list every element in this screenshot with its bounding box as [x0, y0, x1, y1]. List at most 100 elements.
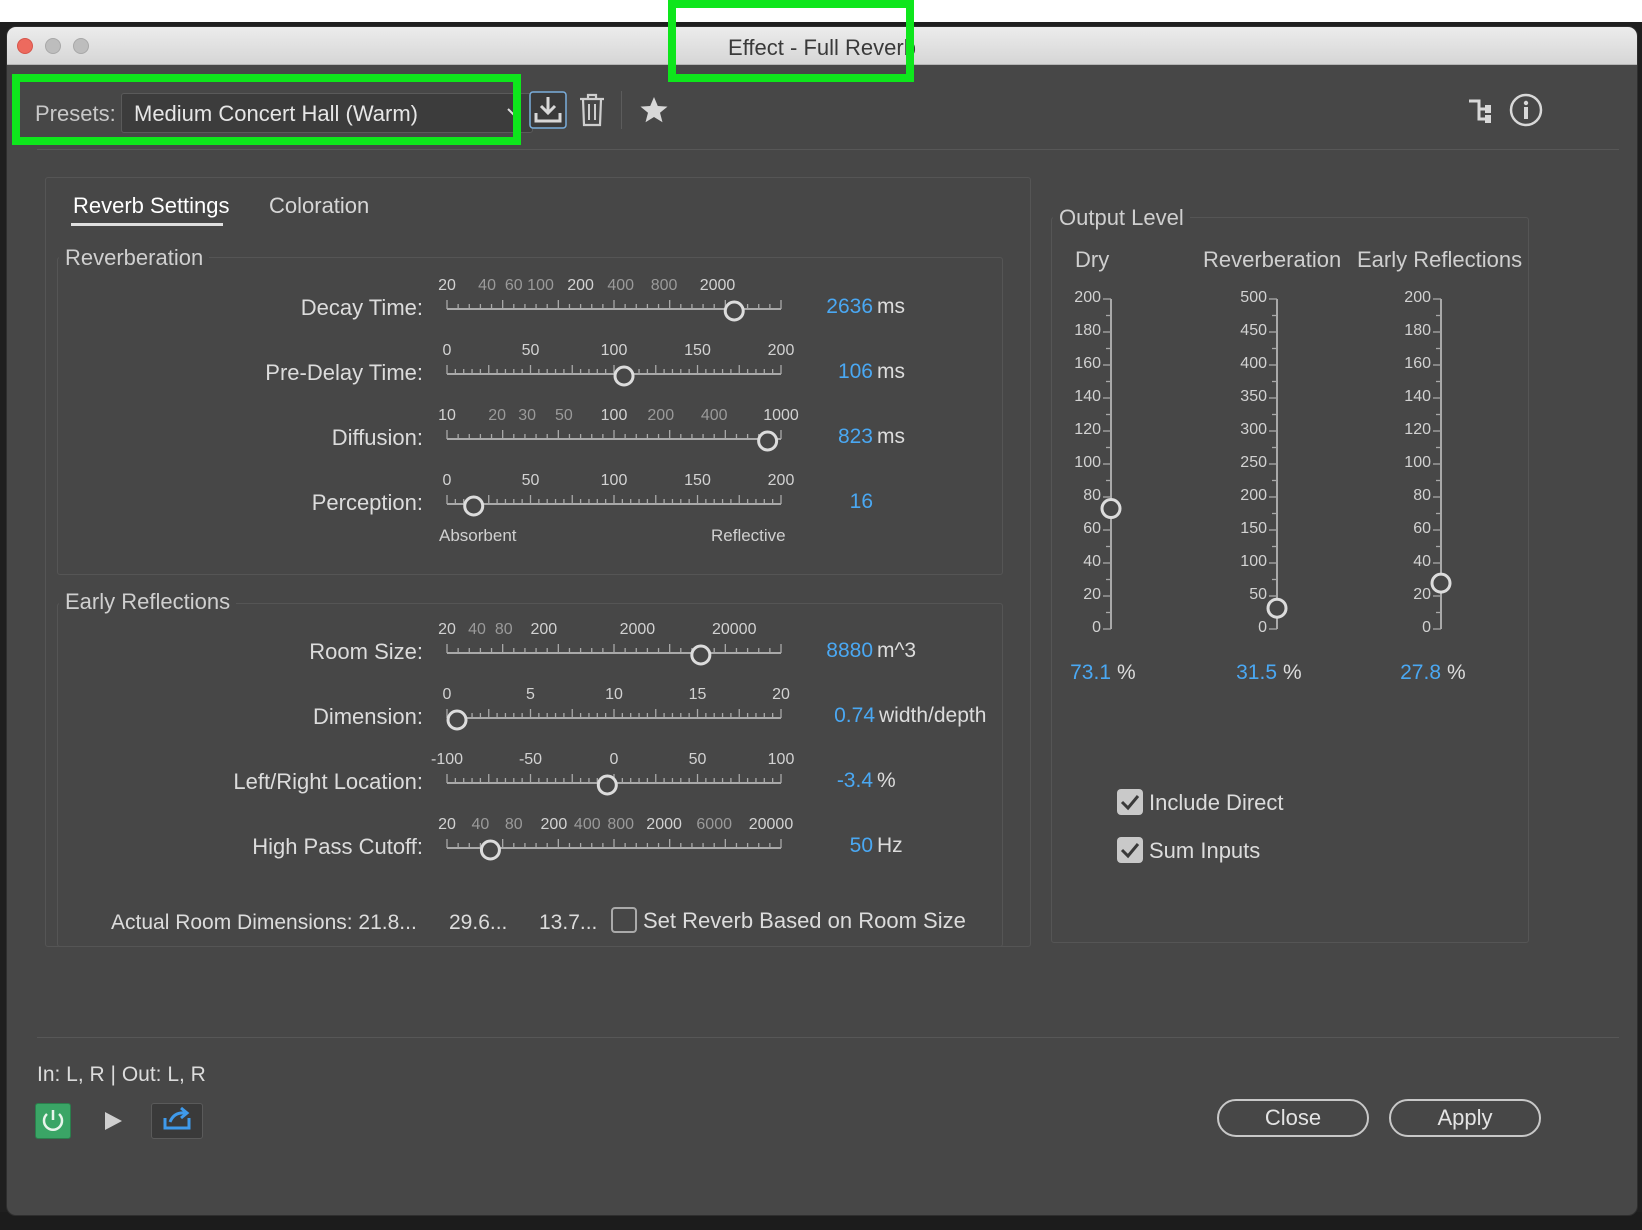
- output-reverb-label: Reverberation: [1203, 247, 1342, 272]
- apply-button[interactable]: Apply: [1389, 1099, 1541, 1137]
- perception-tick-label: 50: [521, 472, 540, 489]
- room-size-slider[interactable]: [437, 639, 791, 669]
- close-button[interactable]: Close: [1217, 1099, 1369, 1137]
- pre-delay-slider[interactable]: [437, 360, 791, 390]
- tab-coloration[interactable]: Coloration: [269, 193, 369, 219]
- output-reverb-tick-label: 100: [1240, 553, 1267, 570]
- output-reverb-tick-label: 250: [1240, 454, 1267, 471]
- io-channels-label: In: L, R | Out: L, R: [37, 1063, 206, 1086]
- output-dry-tick-label: 0: [1092, 619, 1101, 636]
- presets-dropdown[interactable]: Medium Concert Hall (Warm): [121, 93, 533, 133]
- play-preview-icon[interactable]: [101, 1109, 125, 1133]
- slider-thumb[interactable]: [446, 709, 468, 731]
- perception-tick-label: 100: [600, 472, 628, 489]
- lr-location-slider[interactable]: [437, 769, 791, 799]
- room-size-value[interactable]: 8880: [787, 639, 873, 663]
- slider-thumb[interactable]: [757, 430, 779, 452]
- perception-value[interactable]: 16: [787, 490, 873, 514]
- output-dry-tick-label: 180: [1074, 322, 1101, 339]
- output-early-tick-label: 20: [1413, 586, 1431, 603]
- slider-thumb[interactable]: [723, 300, 745, 322]
- loop-preview-button[interactable]: [151, 1103, 203, 1139]
- lr-location-tick-label: 50: [688, 751, 707, 768]
- output-early-slider[interactable]: [1429, 289, 1459, 639]
- favorite-star-icon[interactable]: [639, 95, 669, 125]
- output-early-tick-label: 180: [1404, 322, 1431, 339]
- diffusion-slider[interactable]: [437, 425, 791, 455]
- output-early-tick-label: 160: [1404, 355, 1431, 372]
- slider-thumb[interactable]: [613, 365, 635, 387]
- high-pass-tick-label: 2000: [646, 816, 682, 833]
- reverberation-group-title: Reverberation: [59, 245, 210, 271]
- lr-location-value[interactable]: -3.4: [787, 769, 873, 793]
- output-reverb-tick-label: 500: [1240, 289, 1267, 306]
- output-dry-slider[interactable]: [1099, 289, 1129, 639]
- output-dry-tick-label: 200: [1074, 289, 1101, 306]
- slider-thumb[interactable]: [596, 774, 618, 796]
- dimension-unit: width/depth: [879, 704, 987, 727]
- lr-location-tick-label: 100: [767, 751, 795, 768]
- pre-delay-value[interactable]: 106: [787, 360, 873, 384]
- high-pass-tick-label: 40: [471, 816, 490, 833]
- sum-inputs-checkbox[interactable]: [1117, 837, 1143, 863]
- high-pass-unit: Hz: [877, 834, 903, 857]
- delete-preset-icon[interactable]: [577, 93, 607, 127]
- output-dry-unit: %: [1117, 661, 1136, 684]
- output-early-value[interactable]: 27.8: [1371, 661, 1441, 685]
- slider-thumb[interactable]: [690, 644, 712, 666]
- presets-selected-value: Medium Concert Hall (Warm): [134, 101, 419, 126]
- output-reverb-tick-label: 50: [1249, 586, 1267, 603]
- lr-location-tick-label: -100: [430, 751, 464, 768]
- footer-divider: [37, 1037, 1619, 1038]
- output-level-title: Output Level: [1053, 205, 1190, 231]
- info-icon[interactable]: [1509, 93, 1543, 127]
- dimension-value[interactable]: 0.74: [787, 704, 875, 728]
- room-size-tick-label: 80: [494, 621, 513, 638]
- room-size-tick-label: 2000: [619, 621, 656, 638]
- diffusion-value[interactable]: 823: [787, 425, 873, 449]
- pre-delay-tick-label: 100: [600, 342, 628, 359]
- output-early-tick-label: 80: [1413, 487, 1431, 504]
- perception-slider[interactable]: [437, 490, 791, 520]
- slider-thumb[interactable]: [1430, 572, 1452, 594]
- tab-reverb-settings[interactable]: Reverb Settings: [73, 193, 230, 219]
- channel-routing-icon[interactable]: [1467, 97, 1495, 125]
- slider-thumb[interactable]: [479, 839, 501, 861]
- high-pass-slider[interactable]: [437, 834, 791, 864]
- save-preset-icon[interactable]: [529, 91, 567, 129]
- set-reverb-room-size-checkbox[interactable]: [611, 907, 637, 933]
- output-early-tick-label: 140: [1404, 388, 1431, 405]
- include-direct-checkbox[interactable]: [1117, 789, 1143, 815]
- output-dry-value[interactable]: 73.1: [1041, 661, 1111, 685]
- diffusion-label: Diffusion:: [331, 425, 423, 450]
- decay-time-slider[interactable]: [437, 295, 791, 325]
- early-reflections-group-title: Early Reflections: [59, 589, 237, 615]
- output-reverb-tick-label: 200: [1240, 487, 1267, 504]
- output-reverb-slider[interactable]: [1265, 289, 1295, 639]
- power-toggle-button[interactable]: [35, 1103, 71, 1139]
- diffusion-unit: ms: [877, 425, 905, 448]
- dimension-tick-label: 10: [605, 686, 623, 703]
- dimension-tick-label: 15: [688, 686, 707, 703]
- high-pass-tick-label: 20: [438, 816, 456, 833]
- title-bar[interactable]: Effect - Full Reverb: [7, 27, 1637, 65]
- slider-thumb[interactable]: [1100, 498, 1122, 520]
- high-pass-value[interactable]: 50: [787, 834, 873, 858]
- slider-thumb[interactable]: [463, 495, 485, 517]
- output-reverb-value[interactable]: 31.5: [1207, 661, 1277, 685]
- dimension-tick-label: 0: [442, 686, 452, 703]
- diffusion-tick-label: 200: [647, 407, 675, 424]
- room-size-tick-label: 40: [468, 621, 486, 638]
- diffusion-tick-label: 20: [488, 407, 506, 424]
- high-pass-tick-label: 6000: [696, 816, 732, 833]
- diffusion-tick-label: 1000: [763, 407, 799, 424]
- dimension-slider[interactable]: [437, 704, 791, 734]
- perception-tick-label: 0: [442, 472, 452, 489]
- room-size-unit: m^3: [877, 639, 917, 662]
- output-dry-tick-label: 140: [1074, 388, 1101, 405]
- decay-time-value[interactable]: 2636: [787, 295, 873, 319]
- slider-thumb[interactable]: [1266, 597, 1288, 619]
- export-loop-icon: [163, 1106, 191, 1130]
- pre-delay-tick-label: 200: [767, 342, 795, 359]
- output-reverb-tick-label: 150: [1240, 520, 1267, 537]
